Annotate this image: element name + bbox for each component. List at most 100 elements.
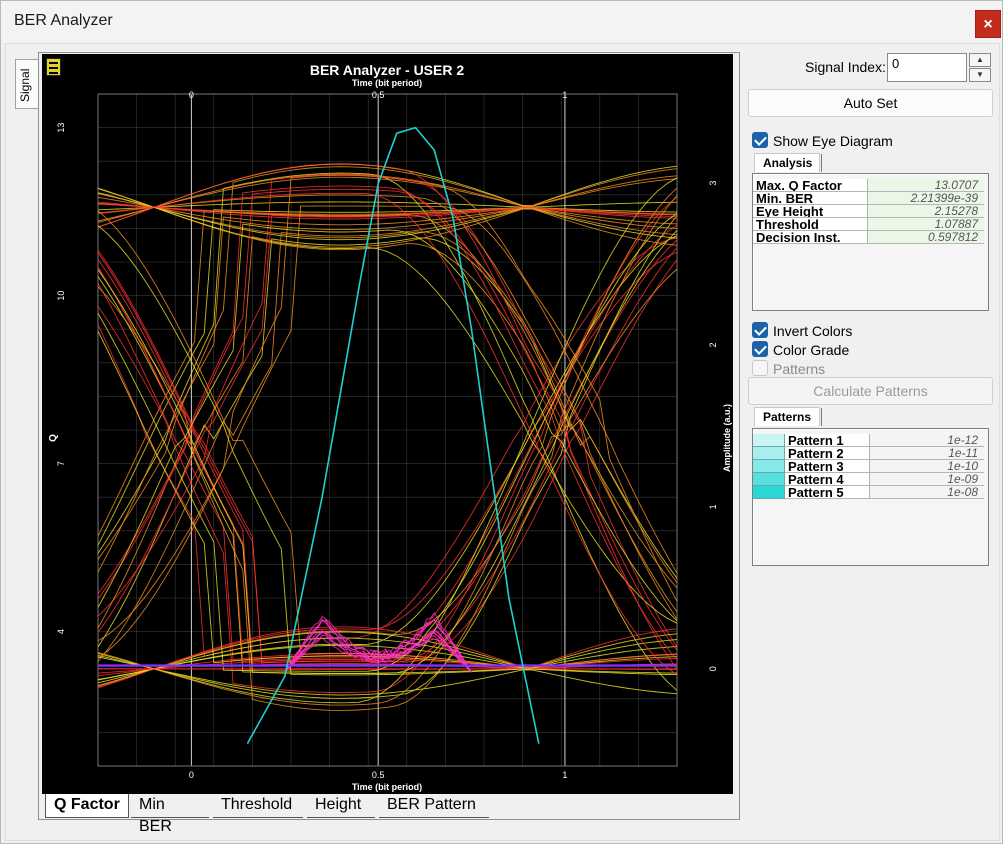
patterns-checkbox-label: Patterns <box>773 361 826 377</box>
auto-set-button[interactable]: Auto Set <box>748 89 993 117</box>
eye-trace <box>97 196 678 694</box>
eye-trace <box>97 223 678 622</box>
eye-traces <box>97 163 678 711</box>
spin-down-button[interactable]: ▼ <box>969 68 991 82</box>
analysis-row-value: 13.0707 <box>867 179 984 192</box>
tab-height[interactable]: Height <box>307 794 375 818</box>
pattern-color-swatch[interactable] <box>753 473 785 486</box>
analysis-row-value: 1.07887 <box>867 218 984 231</box>
y-right-tick-label: 2 <box>708 342 718 347</box>
eye-trace <box>97 237 678 648</box>
pattern-row-value: 1e-09 <box>869 473 984 486</box>
analysis-row-value: 2.15278 <box>867 205 984 218</box>
x-tick-label-bottom: 1 <box>562 770 567 780</box>
tab-signal[interactable]: Signal <box>15 59 39 109</box>
x-tick-label-top: 1 <box>562 90 567 100</box>
pattern-row[interactable]: Pattern 1 1e-12 <box>753 434 988 447</box>
tab-q-factor[interactable]: Q Factor <box>45 794 129 818</box>
pattern-row-value: 1e-10 <box>869 460 984 473</box>
x-tick-label-top: 0.5 <box>372 90 385 100</box>
eye-trace <box>97 259 678 670</box>
tab-patterns[interactable]: Patterns <box>754 407 820 426</box>
eye-trace <box>97 210 678 669</box>
close-button[interactable]: × <box>975 10 1001 38</box>
y-right-axis-label: Amplitude (a.u.) <box>722 404 732 472</box>
eye-trace <box>97 208 678 629</box>
tab-analysis[interactable]: Analysis <box>754 153 820 172</box>
tab-ber-pattern[interactable]: BER Pattern <box>379 794 489 818</box>
tab-analysis-edge <box>821 154 822 172</box>
signal-index-label: Signal Index: <box>805 59 886 75</box>
eye-trace <box>97 207 678 633</box>
eye-trace <box>97 205 678 659</box>
ber-analyzer-window: BER Analyzer × Signal 0 0 0.5 0.5 1 1 13 10 7 4 3 2… <box>0 0 1003 844</box>
plot-title: BER Analyzer - USER 2 <box>310 62 465 78</box>
y-left-axis-label: Q <box>48 434 59 442</box>
analysis-row: Eye Height 2.15278 <box>753 205 988 218</box>
analysis-row: Min. BER 2.21399e-39 <box>753 192 988 205</box>
color-grade-checkbox[interactable] <box>752 341 768 357</box>
eye-trace <box>97 173 678 647</box>
pattern-row[interactable]: Pattern 2 1e-11 <box>753 447 988 460</box>
tab-threshold[interactable]: Threshold <box>213 794 303 818</box>
show-eye-checkbox[interactable] <box>752 132 768 148</box>
eye-trace <box>97 247 678 664</box>
show-eye-label: Show Eye Diagram <box>773 133 893 149</box>
y-right-tick-label: 0 <box>708 666 718 671</box>
y-right-tick-label: 3 <box>708 181 718 186</box>
pattern-row[interactable]: Pattern 3 1e-10 <box>753 460 988 473</box>
invert-colors-checkbox[interactable] <box>752 322 768 338</box>
pattern-row[interactable]: Pattern 4 1e-09 <box>753 473 988 486</box>
eye-trace <box>97 188 678 651</box>
analysis-row-name: Min. BER <box>753 192 867 205</box>
pattern-color-swatch[interactable] <box>753 447 785 460</box>
pattern-row-value: 1e-11 <box>869 447 984 460</box>
y-left-tick-label: 4 <box>56 629 66 634</box>
pattern-color-swatch[interactable] <box>753 434 785 447</box>
analysis-grid: Max. Q Factor 13.0707 Min. BER 2.21399e-… <box>752 173 989 311</box>
pattern-row-name: Pattern 1 <box>785 434 869 447</box>
eye-trace <box>97 192 678 676</box>
analysis-row: Decision Inst. 0.597812 <box>753 231 988 244</box>
eye-trace <box>97 172 678 691</box>
y-left-tick-label: 7 <box>56 461 66 466</box>
x-tick-label-top: 0 <box>189 90 194 100</box>
pattern-row-name: Pattern 2 <box>785 447 869 460</box>
title-bar: BER Analyzer × <box>1 1 1002 43</box>
analysis-row-name: Max. Q Factor <box>753 179 867 192</box>
pattern-color-swatch[interactable] <box>753 486 785 499</box>
analysis-row: Threshold 1.07887 <box>753 218 988 231</box>
pattern-row[interactable]: Pattern 5 1e-08 <box>753 486 988 499</box>
invert-colors-label: Invert Colors <box>773 323 853 339</box>
plot-menu-icon[interactable] <box>46 58 61 76</box>
tab-patterns-edge <box>821 408 822 426</box>
x-tick-label-bottom: 0 <box>189 770 194 780</box>
pattern-row-name: Pattern 4 <box>785 473 869 486</box>
pattern-color-swatch[interactable] <box>753 460 785 473</box>
analysis-row-value: 0.597812 <box>867 231 984 244</box>
analysis-row-name: Threshold <box>753 218 867 231</box>
eye-trace <box>97 213 678 672</box>
pattern-row-name: Pattern 5 <box>785 486 869 499</box>
bottom-tab-strip: Q Factor Min BER Threshold Height BER Pa… <box>43 794 503 835</box>
analysis-row: Max. Q Factor 13.0707 <box>753 179 988 192</box>
tick-labels: 000.50.5111310743210 <box>56 90 718 780</box>
eye-diagram-plot[interactable]: 0 0 0.5 0.5 1 1 13 10 7 4 3 2 1 0 BER Analyzer - USER… <box>42 54 733 794</box>
pattern-row-value: 1e-08 <box>869 486 984 499</box>
calculate-patterns-button[interactable]: Calculate Patterns <box>748 377 993 405</box>
eye-trace <box>97 188 678 624</box>
x-tick-label-bottom: 0.5 <box>372 770 385 780</box>
y-left-tick-label: 10 <box>56 291 66 301</box>
eye-trace <box>97 268 678 687</box>
tab-min-ber[interactable]: Min BER <box>131 794 209 835</box>
pattern-row-name: Pattern 3 <box>785 460 869 473</box>
patterns-checkbox[interactable] <box>752 360 768 376</box>
eye-trace <box>97 252 678 670</box>
y-right-tick-label: 1 <box>708 504 718 509</box>
analysis-row-name: Eye Height <box>753 205 867 218</box>
tab-signal-label: Signal <box>18 68 32 102</box>
spin-up-button[interactable]: ▲ <box>969 53 991 67</box>
patterns-grid: Pattern 1 1e-12 Pattern 2 1e-11 Pattern … <box>752 428 989 566</box>
y-left-tick-label: 13 <box>56 123 66 133</box>
signal-index-input[interactable]: 0 <box>887 53 967 82</box>
